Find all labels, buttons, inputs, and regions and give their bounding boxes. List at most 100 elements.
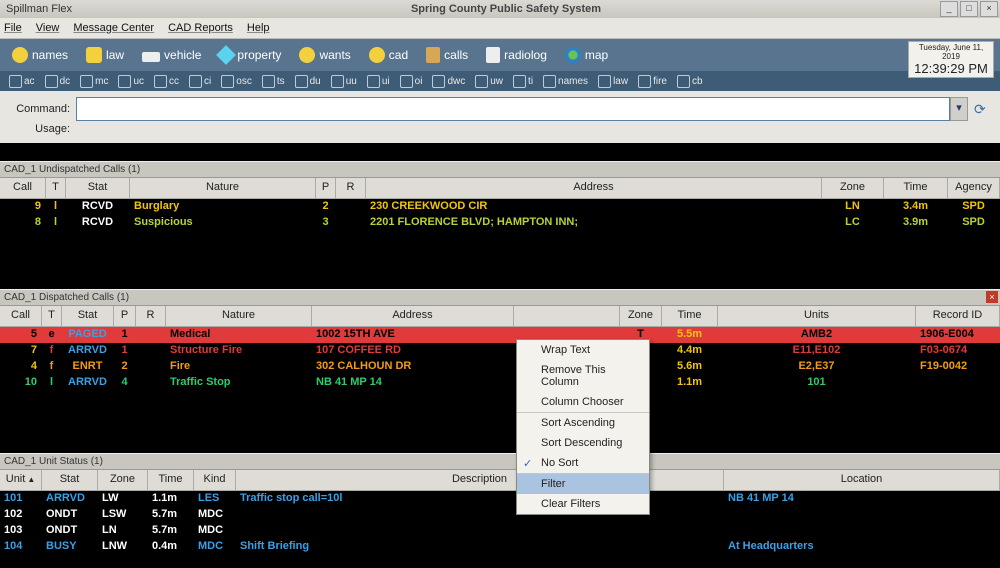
subtool-cc[interactable]: cc <box>151 75 182 88</box>
subtool-oi[interactable]: oi <box>397 75 426 88</box>
toolbar-wants[interactable]: wants <box>293 47 356 63</box>
subtool-ci[interactable]: ci <box>186 75 214 88</box>
subtool-uc[interactable]: uc <box>115 75 147 88</box>
table-row[interactable]: 9lRCVDBurglary2230 CREEKWOOD CIRLN3.4mSP… <box>0 199 1000 215</box>
menu-file[interactable]: File <box>4 22 22 34</box>
panel-close-icon[interactable]: × <box>986 291 998 303</box>
subtool-dc[interactable]: dc <box>42 75 74 88</box>
subtool-uw[interactable]: uw <box>472 75 506 88</box>
col-t[interactable]: T <box>42 306 62 326</box>
ctx-remove-this-column[interactable]: Remove This Column <box>517 360 649 392</box>
maximize-button[interactable]: □ <box>960 1 978 17</box>
table-row[interactable]: 101ARRVDLW1.1mLESTraffic stop call=10lNB… <box>0 491 1000 507</box>
col-address[interactable]: Address <box>366 178 822 198</box>
col-p[interactable]: P <box>316 178 336 198</box>
col-zone[interactable]: Zone <box>620 306 662 326</box>
col-r[interactable]: R <box>136 306 166 326</box>
table-row[interactable]: 10lARRVD4Traffic StopNB 41 MP 1471.1m101 <box>0 375 1000 391</box>
col-units[interactable]: Units <box>718 306 916 326</box>
ctx-clear-filters[interactable]: Clear Filters <box>517 494 649 514</box>
ctx-wrap-text[interactable]: Wrap Text <box>517 340 649 360</box>
col-call[interactable]: Call <box>0 306 42 326</box>
col-time[interactable]: Time <box>148 470 194 490</box>
dispatched-header[interactable]: CAD_1 Dispatched Calls (1) × <box>0 289 1000 306</box>
col-stat[interactable]: Stat <box>42 470 98 490</box>
subtool-ac[interactable]: ac <box>6 75 38 88</box>
table-row[interactable]: 103ONDTLN5.7mMDC <box>0 523 1000 539</box>
law-icon <box>598 75 611 88</box>
dispatched-columns: Call T Stat P R Nature Address Zone Time… <box>0 306 1000 327</box>
table-row[interactable]: 4fENRT2Fire302 CALHOUN DR75.6mE2,E37F19-… <box>0 359 1000 375</box>
col-unit[interactable]: Unit▲ <box>0 470 42 490</box>
col-p[interactable]: P <box>114 306 136 326</box>
subtool-du[interactable]: du <box>292 75 324 88</box>
ctx-filter[interactable]: Filter <box>517 473 649 494</box>
ctx-column-chooser[interactable]: Column Chooser <box>517 392 649 412</box>
unit-status-header[interactable]: CAD_1 Unit Status (1) <box>0 453 1000 470</box>
table-row[interactable]: 5ePAGED1Medical1002 15TH AVET5.5mAMB2190… <box>0 327 1000 343</box>
subtool-law[interactable]: law <box>595 75 631 88</box>
table-row[interactable]: 8lRCVDSuspicious32201 FLORENCE BLVD; HAM… <box>0 215 1000 231</box>
table-row[interactable]: 102ONDTLSW5.7mMDC <box>0 507 1000 523</box>
col-time[interactable]: Time <box>662 306 718 326</box>
toolbar-radiolog[interactable]: radiolog <box>480 47 553 63</box>
menu-message-center[interactable]: Message Center <box>73 22 154 34</box>
col-zone[interactable]: Zone <box>822 178 884 198</box>
subtool-fire[interactable]: fire <box>635 75 670 88</box>
close-button[interactable]: × <box>980 1 998 17</box>
col-nature[interactable]: Nature <box>130 178 316 198</box>
subtool-ts[interactable]: ts <box>259 75 288 88</box>
subtool-uu[interactable]: uu <box>328 75 360 88</box>
ctx-no-sort[interactable]: ✓No Sort <box>517 453 649 473</box>
command-dropdown[interactable]: ▾ <box>950 97 968 121</box>
col-r[interactable]: R <box>336 178 366 198</box>
col-t[interactable]: T <box>46 178 66 198</box>
menu-view[interactable]: View <box>36 22 60 34</box>
ci-icon <box>189 75 202 88</box>
col-kind[interactable]: Kind <box>194 470 236 490</box>
col-time[interactable]: Time <box>884 178 948 198</box>
wants-icon <box>299 47 315 63</box>
toolbar-map[interactable]: map <box>559 47 614 63</box>
column-context-menu[interactable]: Wrap TextRemove This ColumnColumn Choose… <box>516 339 650 515</box>
toolbar-cad[interactable]: cad <box>363 47 414 63</box>
toolbar-law[interactable]: law <box>80 47 130 63</box>
table-row[interactable]: 7fARRVD1Structure Fire107 COFFEE RD74.4m… <box>0 343 1000 359</box>
subtool-mc[interactable]: mc <box>77 75 111 88</box>
undispatched-header[interactable]: CAD_1 Undispatched Calls (1) <box>0 161 1000 178</box>
table-row[interactable]: 104BUSYLNW0.4mMDCShift BriefingAt Headqu… <box>0 539 1000 555</box>
ctx-sort-descending[interactable]: Sort Descending <box>517 433 649 453</box>
subtool-dwc[interactable]: dwc <box>429 75 468 88</box>
subtool-ti[interactable]: ti <box>510 75 536 88</box>
toolbar-calls[interactable]: calls <box>420 47 474 63</box>
dispatched-rows: 5ePAGED1Medical1002 15TH AVET5.5mAMB2190… <box>0 327 1000 391</box>
clock-time: 12:39:29 PM <box>911 61 991 76</box>
toolbar-label: map <box>585 48 608 62</box>
col-call[interactable]: Call <box>0 178 46 198</box>
subtool-cb[interactable]: cb <box>674 75 706 88</box>
menu-help[interactable]: Help <box>247 22 270 34</box>
col-record[interactable]: Record ID <box>916 306 1000 326</box>
col-agency[interactable]: Agency <box>948 178 1000 198</box>
toolbar-vehicle[interactable]: vehicle <box>136 48 207 62</box>
col-stat[interactable]: Stat <box>66 178 130 198</box>
subtool-ui[interactable]: ui <box>364 75 393 88</box>
command-input[interactable] <box>76 97 950 121</box>
subtool-names[interactable]: names <box>540 75 591 88</box>
col-zone[interactable]: Zone <box>98 470 148 490</box>
col-stat[interactable]: Stat <box>62 306 114 326</box>
col-location[interactable]: Location <box>724 470 1000 490</box>
col-nature[interactable]: Nature <box>166 306 312 326</box>
command-area: Command: ▾ ⟳ Usage: <box>0 91 1000 143</box>
minimize-button[interactable]: _ <box>940 1 958 17</box>
toolbar-names[interactable]: names <box>6 47 74 63</box>
menu-cad-reports[interactable]: CAD Reports <box>168 22 233 34</box>
refresh-button[interactable]: ⟳ <box>974 101 990 117</box>
ctx-sort-ascending[interactable]: Sort Ascending <box>517 412 649 433</box>
col-spacer <box>514 306 620 326</box>
names-icon <box>543 75 556 88</box>
toolbar-property[interactable]: property <box>213 48 287 62</box>
subtool-osc[interactable]: osc <box>218 75 255 88</box>
col-address[interactable]: Address <box>312 306 514 326</box>
col-description[interactable]: Description <box>236 470 724 490</box>
